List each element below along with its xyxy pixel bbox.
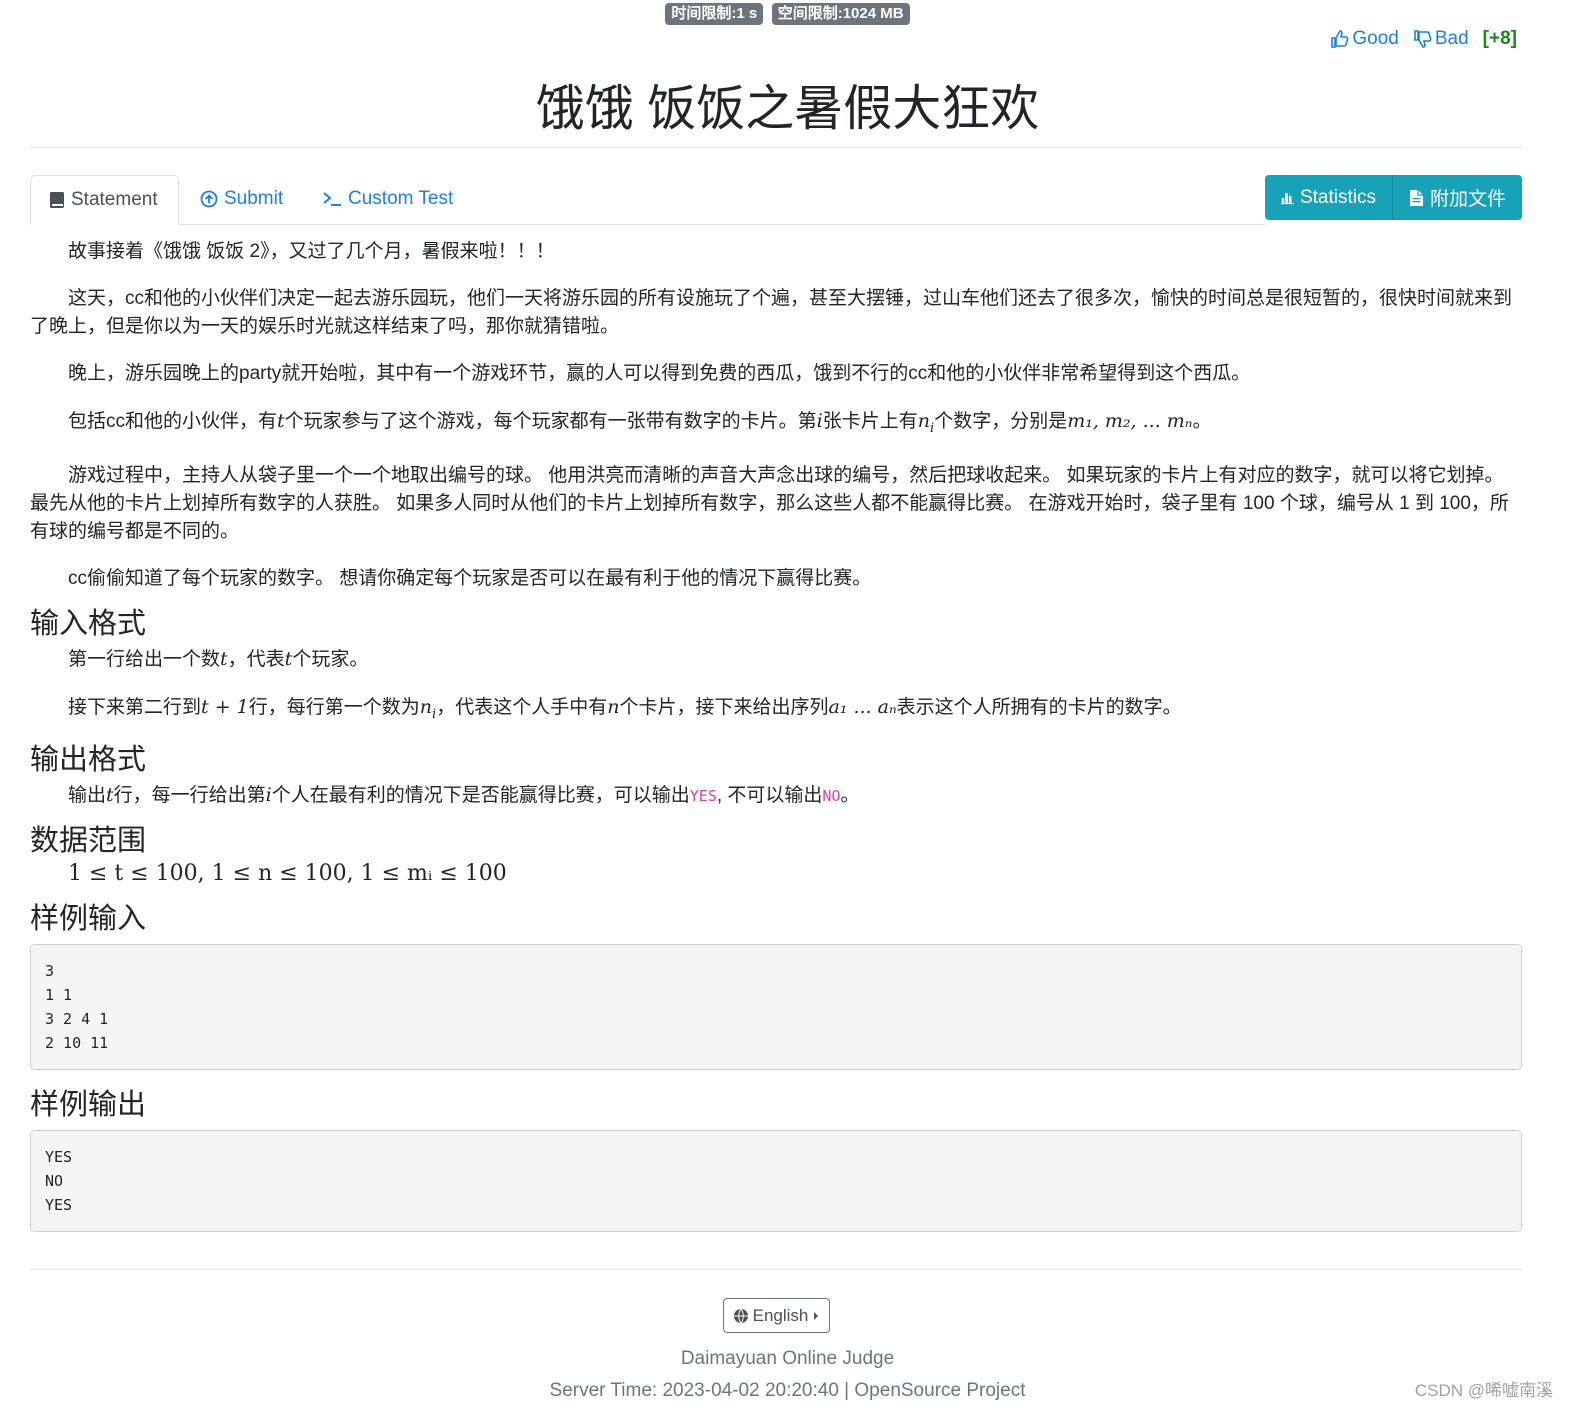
math-var: t — [277, 410, 285, 432]
footer-info: Server Time: 2023-04-02 20:20:40 | OpenS… — [0, 1380, 1575, 1402]
problem-statement: 故事接着《饿饿 饭饭 2》，又过了几个月，暑假来啦！！！ 这天，cc和他的小伙伴… — [30, 238, 1522, 1250]
code-line: 3 2 4 1 — [45, 1009, 109, 1028]
memory-limit-badge: 空间限制:1024 MB — [771, 3, 910, 25]
server-time: Server Time: 2023-04-02 20:20:40 — [549, 1380, 839, 1401]
text-run: ，代表这个人手中有 — [436, 696, 608, 718]
good-button[interactable]: Good — [1330, 28, 1399, 50]
bad-label: Bad — [1434, 28, 1469, 49]
attachments-label: 附加文件 — [1430, 189, 1507, 210]
watermark: CSDN @唏嘘南溪 — [1414, 1381, 1553, 1400]
text-run: 个玩家参与了这个游戏，每个玩家都有一张带有数字的卡片。第 — [284, 411, 817, 432]
statistics-label: Statistics — [1299, 186, 1376, 208]
input-format-heading: 输入格式 — [30, 607, 147, 640]
thumbs-up-icon — [1331, 30, 1349, 48]
text-run: ，代表 — [227, 648, 285, 670]
text-run: 。 — [1192, 411, 1212, 432]
text-run: 张卡片上有 — [822, 411, 918, 432]
tab-custom-test-label: Custom Test — [348, 188, 454, 209]
inline-code-no: NO — [822, 786, 841, 805]
sample-input-heading: 样例输入 — [30, 902, 147, 935]
caret-right-icon — [814, 1311, 819, 1320]
text-run: 个人在最有利的情况下是否能赢得比赛，可以输出 — [271, 784, 690, 806]
statistics-button[interactable]: Statistics — [1265, 175, 1392, 220]
language-label: English — [752, 1305, 809, 1325]
statement-paragraph: 包括cc和他的小伙伴，有t个玩家参与了这个游戏，每个玩家都有一张带有数字的卡片。… — [30, 407, 1522, 443]
statement-paragraph: cc偷偷知道了每个玩家的数字。 想请你确定每个玩家是否可以在最有利于他的情况下赢… — [68, 567, 872, 589]
tab-statement-label: Statement — [71, 189, 158, 210]
text-run: 表示这个人所拥有的卡片的数字。 — [896, 696, 1182, 718]
opensource-link[interactable]: OpenSource Project — [854, 1380, 1025, 1401]
upload-circle-icon — [200, 190, 218, 208]
book-icon — [50, 192, 64, 208]
problem-actions: Statistics 附加文件 — [1265, 175, 1522, 220]
rating-score: [+8] — [1482, 28, 1517, 49]
input-format-line: 第一行给出一个数t，代表t个玩家。 — [30, 645, 1522, 674]
math-expr: t + 1 — [201, 695, 249, 718]
rating-bar: Good Bad [+8] — [1330, 28, 1517, 50]
site-name: Daimayuan Online Judge — [680, 1348, 895, 1369]
attachments-button[interactable]: 附加文件 — [1392, 175, 1522, 220]
input-format-line: 接下来第二行到t + 1行，每行第一个数为ni，代表这个人手中有n个卡片，接下来… — [30, 693, 1522, 729]
constraints-formula: 1 ≤ t ≤ 100, 1 ≤ n ≤ 100, 1 ≤ mᵢ ≤ 100 — [68, 860, 507, 886]
text-run: 个卡片，接下来给出序列 — [619, 696, 829, 718]
language-selector[interactable]: English — [723, 1298, 830, 1333]
text-run: 接下来第二行到 — [68, 696, 202, 718]
title-divider — [30, 147, 1522, 148]
output-format-line: 输出t行，每一行给出第i个人在最有利的情况下是否能赢得比赛，可以输出YES, 不… — [30, 781, 1522, 810]
code-line: 3 — [45, 961, 55, 980]
sample-output-block: YES NO YES — [30, 1129, 1522, 1232]
thumbs-down-icon — [1414, 30, 1432, 48]
constraints-heading: 数据范围 — [30, 824, 147, 857]
text-run: 个玩家。 — [292, 648, 369, 670]
statement-paragraph: 故事接着《饿饿 饭饭 2》，又过了几个月，暑假来啦！！！ — [68, 241, 555, 262]
bar-chart-icon — [1281, 192, 1294, 204]
math-sequence: a₁ ... aₙ — [828, 695, 897, 718]
math-sequence: m₁, m₂, ... mₙ — [1067, 410, 1193, 432]
code-line: YES — [45, 1147, 73, 1166]
text-run: , 不可以输出 — [716, 784, 823, 806]
footer-separator: | — [838, 1380, 855, 1401]
statement-paragraph: 晚上，游乐园晚上的party就开始啦，其中有一个游戏环节，赢的人可以得到免费的西… — [68, 363, 1251, 384]
code-line: 2 10 11 — [45, 1033, 109, 1052]
math-var: n — [607, 695, 620, 718]
text-run: 个数字，分别是 — [934, 411, 1068, 432]
tab-statement[interactable]: Statement — [30, 175, 179, 225]
file-icon — [1410, 189, 1423, 206]
tab-submit[interactable]: Submit — [182, 175, 301, 223]
math-var: t — [106, 783, 114, 806]
math-var: t — [220, 647, 228, 670]
code-line: 1 1 — [45, 985, 73, 1004]
code-line: NO — [45, 1171, 64, 1190]
text-run: 输出 — [68, 784, 107, 806]
output-format-heading: 输出格式 — [30, 743, 147, 776]
problem-tabs: Statement Submit Custom Test — [30, 175, 1265, 225]
text-run: 行，每一行给出第 — [113, 784, 266, 806]
sample-output-heading: 样例输出 — [30, 1088, 147, 1121]
good-label: Good — [1352, 28, 1399, 49]
bad-button[interactable]: Bad — [1413, 28, 1469, 50]
globe-icon — [733, 1308, 748, 1323]
statement-paragraph: 这天，cc和他的小伙伴们决定一起去游乐园玩，他们一天将游乐园的所有设施玩了个遍，… — [30, 288, 1513, 337]
problem-title: 饿饿 饭饭之暑假大狂欢 — [535, 82, 1040, 136]
tab-submit-label: Submit — [224, 188, 284, 209]
text-run: 第一行给出一个数 — [68, 648, 221, 670]
footer-divider — [30, 1269, 1522, 1270]
tab-custom-test[interactable]: Custom Test — [304, 175, 471, 223]
statement-paragraph: 游戏过程中，主持人从袋子里一个一个地取出编号的球。 他用洪亮而清晰的声音大声念出… — [30, 464, 1509, 542]
sample-input-block: 3 1 1 3 2 4 1 2 10 11 — [30, 943, 1522, 1070]
limits-bar: 时间限制:1 s 空间限制:1024 MB — [0, 3, 1575, 25]
math-var: n — [917, 410, 931, 432]
math-var: n — [419, 695, 433, 718]
code-line: YES — [45, 1195, 73, 1214]
terminal-icon — [323, 192, 341, 206]
text-run: 。 — [840, 784, 860, 806]
inline-code-yes: YES — [689, 786, 717, 805]
text-run: 行，每行第一个数为 — [248, 696, 420, 718]
text-run: 包括cc和他的小伙伴，有 — [68, 411, 278, 432]
time-limit-badge: 时间限制:1 s — [665, 3, 764, 25]
